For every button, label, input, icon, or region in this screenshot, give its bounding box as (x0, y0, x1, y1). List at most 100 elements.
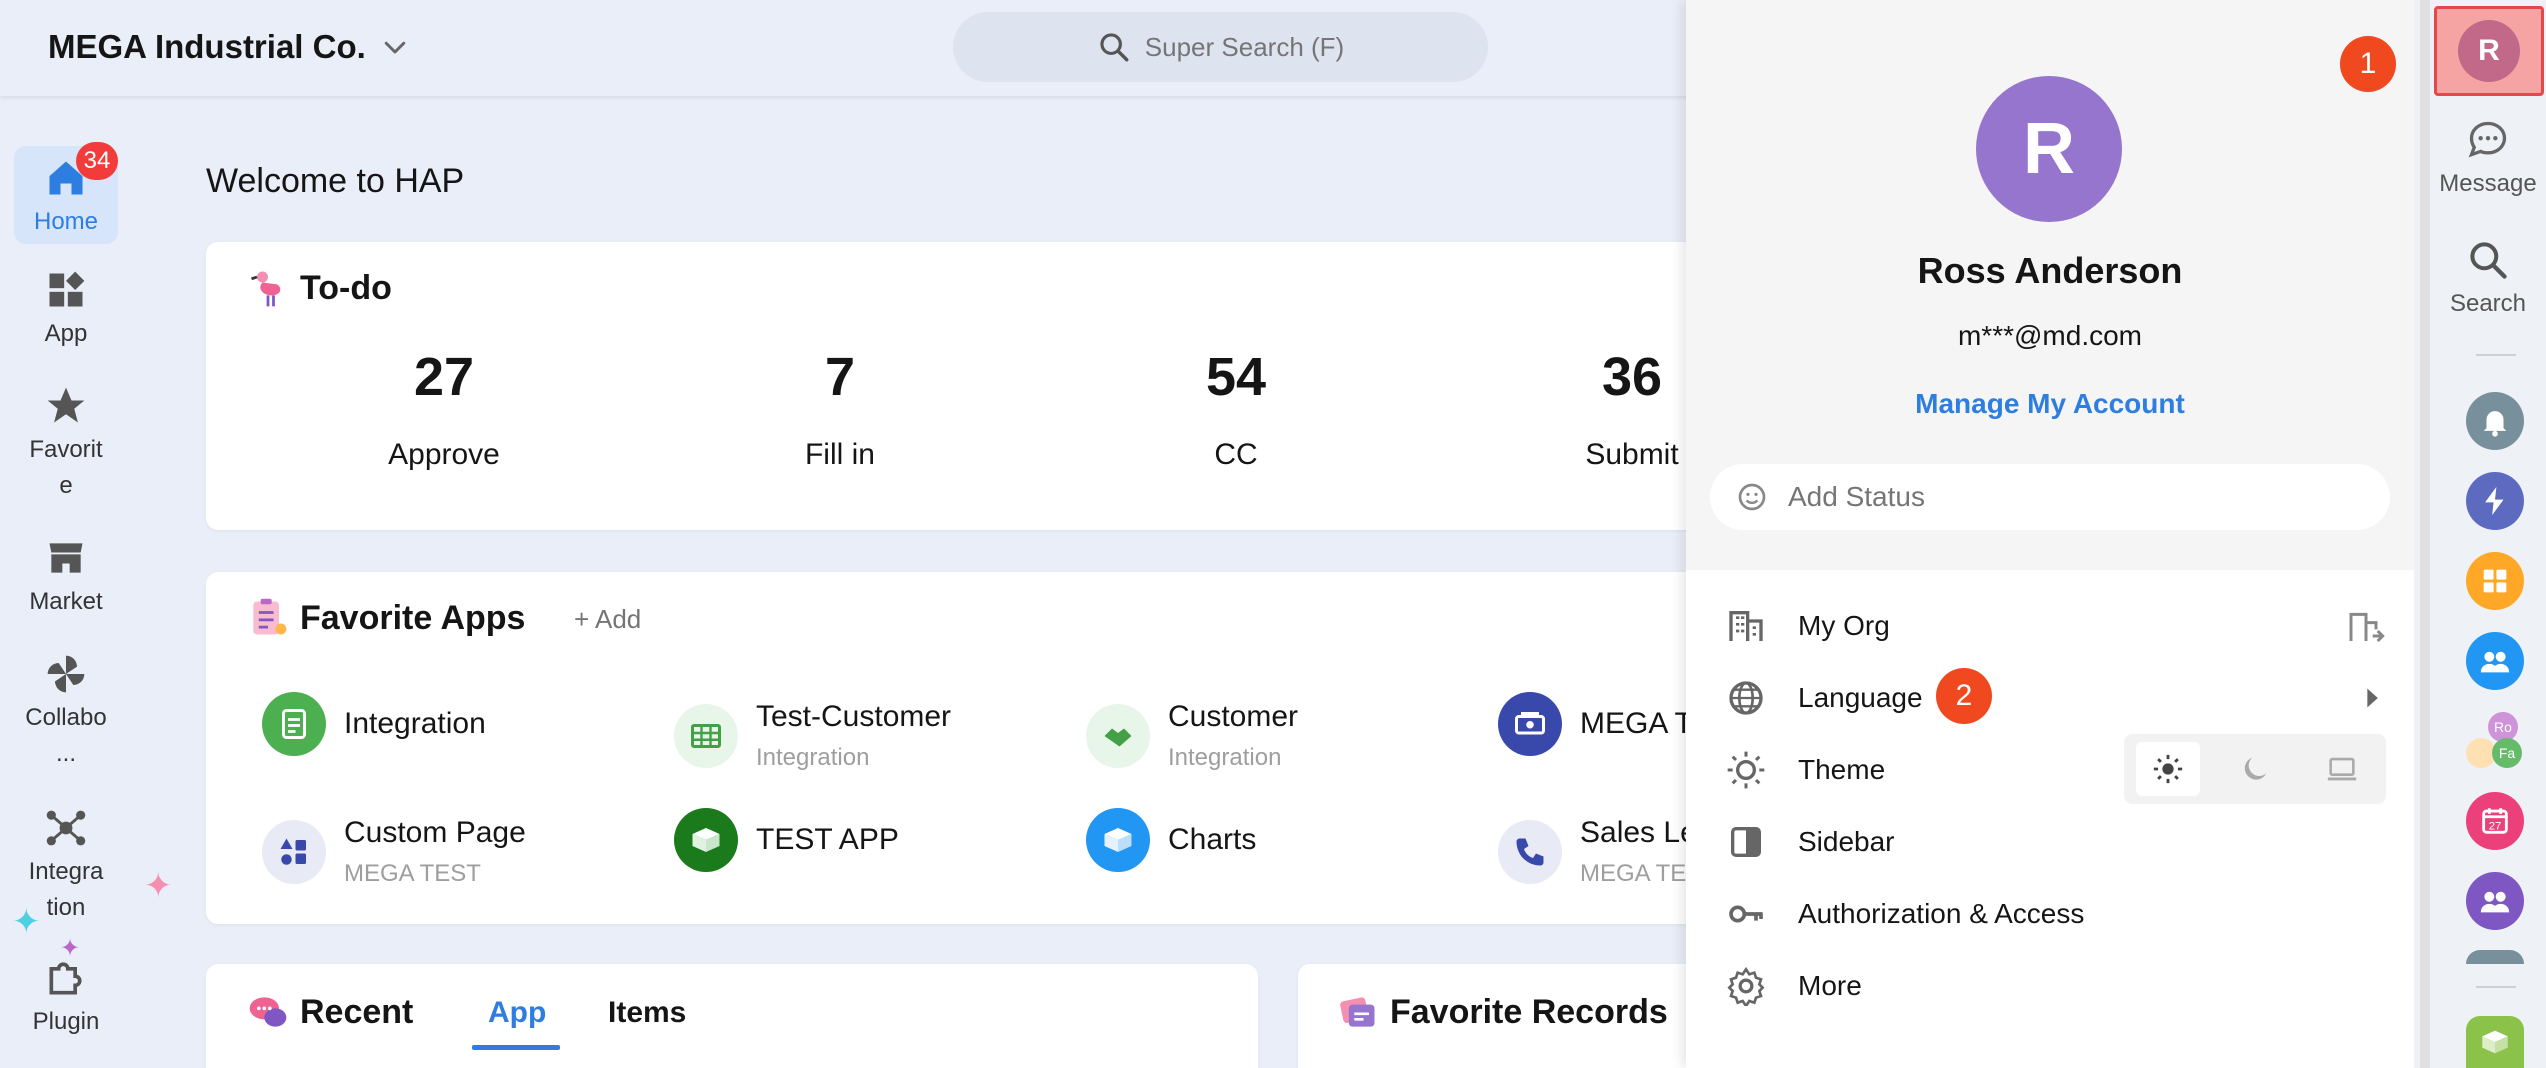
sidebar-icon (1731, 827, 1761, 857)
app-item-charts[interactable]: Charts (1086, 808, 1256, 872)
nav-home-label: Home (33, 208, 99, 235)
chat-icon (2468, 121, 2507, 158)
app-name: Custom Page (344, 816, 526, 849)
add-favorite-app-button[interactable]: + Add (574, 604, 641, 635)
nav-collabo[interactable]: Collabo ... (14, 652, 118, 772)
box-icon (2482, 1030, 2508, 1054)
step-marker-2: 2 (1936, 668, 1992, 724)
step-marker-1: 1 (2340, 36, 2396, 92)
menu-label: Sidebar (1798, 826, 1895, 857)
app-name: Sales Le (1580, 816, 1697, 849)
network-icon (46, 810, 86, 846)
rail-groups[interactable] (2466, 872, 2524, 930)
app-name: Integration (344, 707, 486, 740)
nav-app[interactable]: App (14, 268, 118, 352)
menu-sidebar[interactable]: Sidebar (1726, 812, 2386, 872)
user-avatar-button[interactable]: R (2434, 6, 2544, 96)
rail-divider (2476, 354, 2516, 356)
rail-more-item[interactable] (2466, 950, 2524, 964)
nav-market[interactable]: Market (14, 536, 118, 620)
super-search-input[interactable]: Super Search (F) (953, 12, 1488, 82)
tab-app[interactable]: App (488, 996, 546, 1030)
search-placeholder: Super Search (F) (1144, 31, 1345, 62)
user-avatar: R (2458, 20, 2520, 82)
menu-my-org[interactable]: My Org (1726, 596, 2386, 656)
search-icon (1100, 33, 1129, 62)
welcome-heading: Welcome to HAP (206, 162, 465, 200)
rail-notifications[interactable] (2466, 392, 2524, 450)
rail-apps[interactable] (2466, 552, 2524, 610)
chevron-down-icon (384, 41, 406, 54)
app-item-test-customer[interactable]: Test-Customer Integration (674, 700, 951, 772)
add-status-placeholder: Add Status (1788, 481, 1925, 512)
nav-favorite[interactable]: Favorit e (14, 384, 118, 504)
menu-more[interactable]: More (1726, 956, 2386, 1016)
menu-authorization[interactable]: Authorization & Access (1726, 884, 2386, 944)
rail-search[interactable]: Search (2430, 238, 2546, 318)
sparkle-decoration: ✦ (60, 935, 81, 962)
rail-contacts[interactable] (2466, 632, 2524, 690)
theme-light-option[interactable] (2135, 742, 2200, 796)
todo-title-text: To-do (300, 268, 392, 307)
org-switcher[interactable]: MEGA Industrial Co. (48, 28, 410, 66)
nav-plugin[interactable]: Plugin (14, 956, 118, 1040)
rail-recent-contacts[interactable]: Ro Fa (2466, 712, 2530, 770)
todo-cc[interactable]: 54 CC (1106, 346, 1366, 472)
rail-message[interactable]: Message (2430, 118, 2546, 198)
favorite-apps-title-text: Favorite Apps (300, 598, 526, 637)
app-item-customer[interactable]: Customer Integration (1086, 700, 1298, 772)
app-name: Customer (1168, 700, 1299, 733)
calendar-icon: 27 (2482, 808, 2508, 834)
rail-divider (2476, 986, 2516, 988)
laptop-icon (2328, 757, 2357, 781)
menu-label: More (1798, 970, 1862, 1001)
chat-bubbles-icon (249, 997, 287, 1027)
app-item-custom-page[interactable]: Custom Page MEGA TEST (262, 816, 526, 888)
top-bar: MEGA Industrial Co. Super Search (F) (0, 0, 1690, 96)
manage-account-link[interactable]: Manage My Account (1686, 388, 2414, 420)
rail-app-box[interactable] (2466, 1016, 2524, 1068)
bell-icon (2483, 411, 2507, 437)
app-item-mega-t[interactable]: MEGA T (1498, 692, 1693, 756)
record-cards-icon (1340, 997, 1375, 1027)
tab-items[interactable]: Items (608, 996, 686, 1030)
nav-collabo-label: Collabo ... (25, 704, 107, 767)
org-name: MEGA Industrial Co. (48, 28, 366, 65)
todo-fill-in[interactable]: 7 Fill in (710, 346, 970, 472)
menu-label: Theme (1798, 754, 1886, 785)
theme-switcher (2124, 734, 2386, 804)
store-icon (49, 543, 83, 573)
search-icon (2470, 242, 2507, 279)
rail-search-label: Search (2449, 290, 2527, 317)
rail-automation[interactable] (2466, 472, 2524, 530)
app-item-test-app[interactable]: TEST APP (674, 808, 899, 872)
app-item-sales-le[interactable]: Sales Le MEGA TE (1498, 816, 1697, 888)
shapes-icon (262, 820, 326, 884)
theme-dark-option[interactable] (2223, 742, 2287, 796)
people-icon (2480, 651, 2510, 673)
document-icon (262, 692, 326, 756)
chevron-right-icon (2367, 688, 2378, 708)
app-item-integration[interactable]: Integration (262, 692, 486, 756)
theme-system-option[interactable] (2310, 742, 2374, 796)
app-subtitle: MEGA TEST (344, 860, 481, 887)
flamingo-icon (251, 271, 281, 307)
todo-fill-in-count: 7 (824, 347, 856, 407)
add-status-field[interactable]: Add Status (1710, 464, 2390, 530)
org-switch-icon (2349, 612, 2385, 643)
nav-plugin-label: Plugin (32, 1008, 100, 1035)
todo-approve[interactable]: 27 Approve (314, 346, 574, 472)
app-grid-icon (49, 271, 85, 307)
profile-name: Ross Anderson (1917, 250, 2183, 291)
cash-icon (1498, 692, 1562, 756)
lightning-icon (2485, 486, 2504, 516)
pinwheel-icon (47, 655, 85, 693)
rail-calendar[interactable]: 27 (2466, 792, 2524, 850)
rail-scrollbar[interactable] (2420, 0, 2430, 1068)
app-name: TEST APP (756, 823, 899, 856)
menu-language[interactable]: Language (1726, 668, 2386, 728)
menu-label: Authorization & Access (1798, 898, 2085, 929)
profile-avatar[interactable]: R (1976, 76, 2122, 222)
grid-icon (2483, 569, 2507, 593)
smiley-icon (1738, 483, 1766, 511)
